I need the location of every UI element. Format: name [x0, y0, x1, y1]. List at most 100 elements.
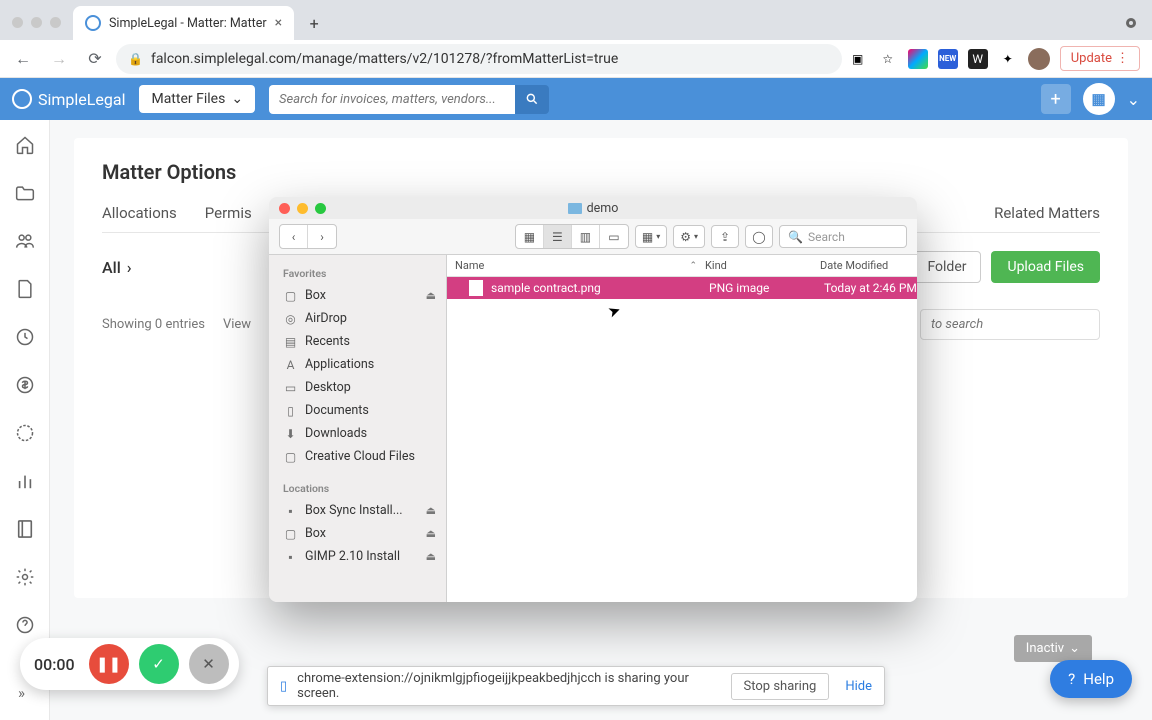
- forward-button[interactable]: ›: [308, 225, 336, 248]
- chrome-menu-icon[interactable]: [1110, 16, 1152, 40]
- tags-button[interactable]: ◯: [745, 225, 773, 248]
- new-tab-button[interactable]: +: [300, 9, 328, 37]
- context-dropdown[interactable]: Matter Files ⌄: [139, 85, 255, 113]
- close-icon[interactable]: [279, 203, 290, 214]
- sidebar-item-location[interactable]: ▢Box⏏: [269, 522, 446, 545]
- arrange-button[interactable]: ▦ ▾: [635, 225, 667, 248]
- extension-icons: ▣ ☆ NEW W ✦ Update⋮: [848, 46, 1144, 71]
- view-toggle[interactable]: View: [223, 317, 251, 332]
- folder-icon[interactable]: [14, 182, 36, 204]
- gauge-icon[interactable]: [14, 422, 36, 444]
- browser-tabstrip: SimpleLegal - Matter: Matter × +: [0, 0, 1152, 40]
- update-button[interactable]: Update⋮: [1060, 46, 1140, 71]
- tab-permissions[interactable]: Permis: [205, 204, 252, 222]
- finder-window-controls[interactable]: [279, 203, 326, 214]
- book-icon[interactable]: [14, 518, 36, 540]
- finder-titlebar[interactable]: demo: [269, 197, 917, 219]
- file-kind: PNG image: [709, 281, 824, 295]
- sidebar-item-box[interactable]: ▢Box⏏: [269, 284, 446, 307]
- home-icon[interactable]: [14, 134, 36, 156]
- browser-tab[interactable]: SimpleLegal - Matter: Matter ×: [73, 6, 294, 40]
- back-button[interactable]: ‹: [280, 225, 308, 248]
- search-input[interactable]: [269, 85, 515, 114]
- status-inactive[interactable]: Inactiv⌄: [1014, 635, 1092, 662]
- chart-icon[interactable]: [14, 470, 36, 492]
- entries-count: Showing 0 entries: [102, 317, 205, 332]
- list-header[interactable]: Name⌃ Kind Date Modified: [447, 255, 917, 277]
- view-gallery-button[interactable]: ▭: [600, 225, 628, 248]
- document-icon[interactable]: [14, 278, 36, 300]
- window-controls[interactable]: [6, 17, 73, 40]
- sidebar-item-location[interactable]: ▪GIMP 2.10 Install⏏: [269, 545, 446, 568]
- sidebar-item-documents[interactable]: ▯Documents: [269, 399, 446, 422]
- confirm-button[interactable]: ✓: [139, 644, 179, 684]
- extensions-menu-icon[interactable]: ✦: [998, 49, 1018, 69]
- back-button[interactable]: ←: [8, 44, 38, 74]
- expand-rail-toggle[interactable]: »: [18, 684, 25, 702]
- sidebar-item-desktop[interactable]: ▭Desktop: [269, 376, 446, 399]
- tab-related-matters[interactable]: Related Matters: [994, 204, 1100, 222]
- apps-icon[interactable]: ▦: [1083, 83, 1115, 115]
- help-icon: ?: [1068, 670, 1075, 688]
- eject-icon: ⏏: [426, 527, 436, 540]
- upload-files-button[interactable]: Upload Files: [991, 251, 1100, 283]
- global-search: [269, 85, 549, 114]
- tab-allocations[interactable]: Allocations: [102, 204, 177, 222]
- sidebar-item-location[interactable]: ▪Box Sync Install...⏏: [269, 499, 446, 522]
- gear-icon[interactable]: [14, 566, 36, 588]
- app-header: SimpleLegal Matter Files ⌄ + ▦ ⌄: [0, 78, 1152, 120]
- cancel-button[interactable]: ✕: [189, 644, 229, 684]
- left-nav-rail: [0, 120, 50, 720]
- sidebar-item-airdrop[interactable]: ◎AirDrop: [269, 307, 446, 330]
- close-tab-icon[interactable]: ×: [275, 15, 282, 31]
- people-icon[interactable]: [14, 230, 36, 252]
- clock-icon[interactable]: [14, 326, 36, 348]
- extension-icon[interactable]: [908, 49, 928, 69]
- share-text: chrome-extension://ojnikmlgjpfiogeijjkpe…: [297, 671, 720, 701]
- filter-all[interactable]: All ›: [102, 258, 132, 277]
- star-icon[interactable]: ☆: [878, 49, 898, 69]
- address-bar[interactable]: 🔒 falcon.simplelegal.com/manage/matters/…: [116, 44, 842, 74]
- sidebar-item-creative-cloud[interactable]: ▢Creative Cloud Files: [269, 445, 446, 468]
- screen-share-bar: ▯ chrome-extension://ojnikmlgjpfiogeijjk…: [267, 666, 885, 706]
- stop-sharing-button[interactable]: Stop sharing: [731, 673, 830, 700]
- view-list-button[interactable]: ☰: [544, 225, 572, 248]
- sidebar-item-applications[interactable]: AApplications: [269, 353, 446, 376]
- sidebar-item-recents[interactable]: ▤Recents: [269, 330, 446, 353]
- hide-share-button[interactable]: Hide: [845, 679, 872, 694]
- eject-icon: ⏏: [426, 550, 436, 563]
- extension-icon[interactable]: NEW: [938, 49, 958, 69]
- user-menu-chevron[interactable]: ⌄: [1127, 90, 1140, 109]
- minimize-icon[interactable]: [297, 203, 308, 214]
- share-button[interactable]: ⇪: [711, 225, 739, 248]
- file-row[interactable]: sample contract.png PNG image Today at 2…: [447, 277, 917, 299]
- help-icon[interactable]: [14, 614, 36, 636]
- pause-button[interactable]: ❚❚: [89, 644, 129, 684]
- sidebar-item-downloads[interactable]: ⬇Downloads: [269, 422, 446, 445]
- dollar-icon[interactable]: [14, 374, 36, 396]
- add-button[interactable]: +: [1041, 84, 1071, 114]
- action-button[interactable]: ⚙ ▾: [673, 225, 705, 248]
- finder-search[interactable]: 🔍 Search: [779, 225, 907, 248]
- search-button[interactable]: [515, 85, 549, 114]
- file-icon: [469, 280, 483, 296]
- brand-logo[interactable]: SimpleLegal: [12, 89, 125, 109]
- maximize-icon[interactable]: [315, 203, 326, 214]
- add-folder-button[interactable]: Folder: [912, 251, 981, 283]
- page-title: Matter Options: [102, 160, 1100, 184]
- forward-button[interactable]: →: [44, 44, 74, 74]
- view-icons-button[interactable]: ▦: [516, 225, 544, 248]
- extension-icon[interactable]: W: [968, 49, 988, 69]
- eject-icon: ⏏: [426, 289, 436, 302]
- reload-button[interactable]: ⟳: [80, 44, 110, 74]
- file-name: sample contract.png: [491, 281, 709, 295]
- folder-icon: [568, 203, 582, 214]
- finder-window: demo ‹ › ▦ ☰ ▥ ▭ ▦ ▾ ⚙ ▾ ⇪ ◯ 🔍 Search Fa…: [269, 197, 917, 602]
- recorder-widget: 00:00 ❚❚ ✓ ✕: [20, 638, 239, 690]
- camera-icon[interactable]: ▣: [848, 49, 868, 69]
- view-columns-button[interactable]: ▥: [572, 225, 600, 248]
- profile-avatar[interactable]: [1028, 48, 1050, 70]
- table-search-input[interactable]: [920, 309, 1100, 340]
- share-icon: ▯: [280, 679, 287, 694]
- help-fab[interactable]: ? Help: [1050, 660, 1132, 698]
